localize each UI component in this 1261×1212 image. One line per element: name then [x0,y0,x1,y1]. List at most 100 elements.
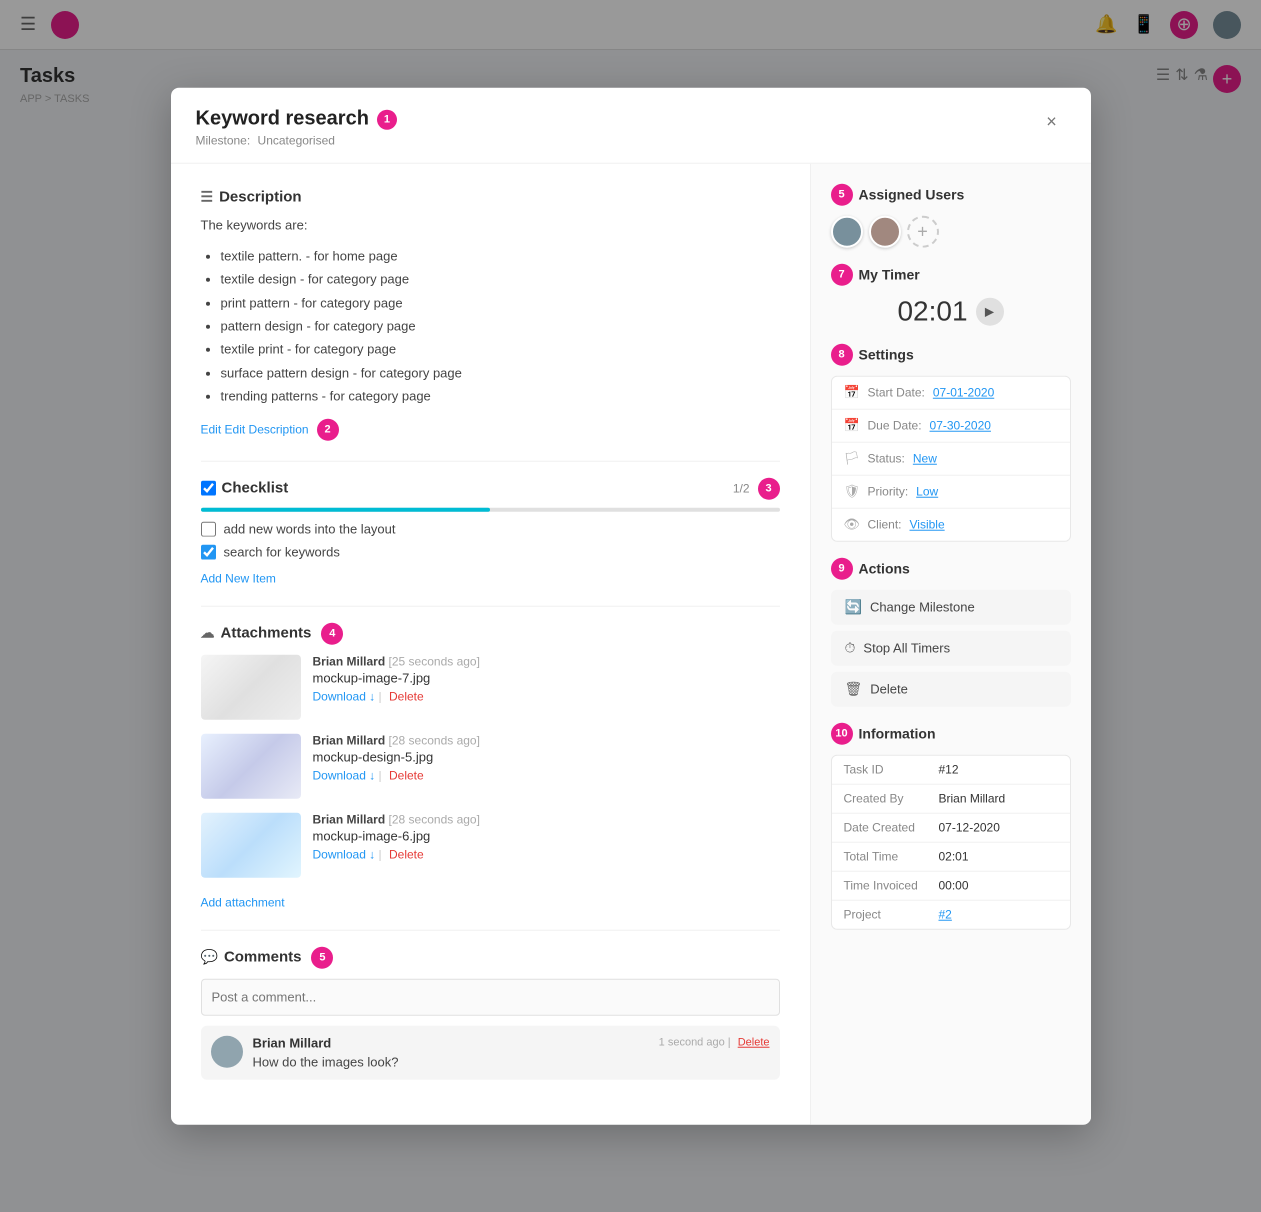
delete-attachment-1[interactable]: Delete [389,689,424,703]
attachment-filename-2: mockup-design-5.jpg [313,749,480,764]
checklist-progress-label: 1/2 [733,481,750,495]
attachments-title: Attachments [221,625,312,642]
user-avatar-2 [869,216,901,248]
actions-title: 9 Actions [831,558,1071,580]
project-link[interactable]: #2 [939,908,952,922]
comments-title: Comments [224,949,302,966]
description-header: ☰ Description [201,189,780,206]
download-link-1[interactable]: Download ↓ [313,689,376,703]
description-section: ☰ Description The keywords are: textile … [201,189,780,441]
modal-title: Keyword research 1 [196,108,397,131]
checklist-checkbox-1[interactable] [201,521,216,536]
list-item: textile design - for category page [221,268,780,291]
due-date-link[interactable]: 07-30-2020 [930,419,991,433]
delete-task-button[interactable]: 🗑 Delete [831,672,1071,707]
checklist-checkbox-2[interactable] [201,544,216,559]
actions-label: Actions [859,561,910,577]
comment-content-1: Brian Millard 1 second ago | Delete How … [253,1035,770,1069]
download-link-3[interactable]: Download ↓ [313,847,376,861]
info-card: Task ID #12 Created By Brian Millard Dat… [831,755,1071,930]
total-time-value: 02:01 [939,850,969,864]
attachments-section: ☁ Attachments 4 Brian Millard [25 second… [201,622,780,909]
delete-comment-1[interactable]: Delete [738,1037,770,1049]
eye-icon: 👁 [844,517,860,533]
priority-link[interactable]: Low [916,485,938,499]
attachment-author-3: Brian Millard [28 seconds ago] [313,812,480,826]
edit-description-link[interactable]: Edit Edit Description [201,422,309,436]
comment-sep-1: | [728,1037,734,1049]
timer-icon: ⏱ [845,640,856,657]
comment-item-1: Brian Millard 1 second ago | Delete How … [201,1025,780,1079]
modal-title-area: Keyword research 1 Milestone: Uncategori… [196,108,397,148]
description-title: Description [219,189,302,206]
checklist-item-2: search for keywords [201,544,780,559]
settings-section: 8 Settings 📅 Start Date: 07-01-2020 📅 Du… [831,344,1071,542]
status-link[interactable]: New [913,452,937,466]
annotation-assigned: 5 [831,184,853,206]
info-task-id: Task ID #12 [832,756,1070,785]
upload-icon: ☁ [201,625,215,642]
add-checklist-item-link[interactable]: Add New Item [201,571,276,585]
modal-header: Keyword research 1 Milestone: Uncategori… [171,88,1091,164]
attachment-info-2: Brian Millard [28 seconds ago] mockup-de… [313,733,480,782]
settings-status: 🏳 Status: New [832,443,1070,476]
close-button[interactable]: × [1038,108,1066,136]
calendar-icon-start: 📅 [844,385,860,401]
client-link[interactable]: Visible [910,518,945,532]
delete-label: Delete [870,682,908,697]
attachment-filename-3: mockup-image-6.jpg [313,828,480,843]
comment-meta-1: 1 second ago | Delete [659,1037,770,1049]
delete-attachment-3[interactable]: Delete [389,847,424,861]
stop-all-timers-button[interactable]: ⏱ Stop All Timers [831,631,1071,666]
attachment-info-1: Brian Millard [25 seconds ago] mockup-im… [313,654,480,703]
checklist-main-checkbox[interactable] [201,481,216,496]
checklist-header: Checklist [201,480,289,497]
download-link-2[interactable]: Download ↓ [313,768,376,782]
date-created-value: 07-12-2020 [939,821,1000,835]
attachment-item-3: Brian Millard [28 seconds ago] mockup-im… [201,812,780,877]
add-attachment-link[interactable]: Add attachment [201,895,285,909]
attachment-info-3: Brian Millard [28 seconds ago] mockup-im… [313,812,480,861]
settings-label: Settings [859,347,914,363]
list-item: textile print - for category page [221,338,780,361]
information-section: 10 Information Task ID #12 Created By Br… [831,723,1071,930]
add-user-button[interactable]: + [907,216,939,248]
start-date-link[interactable]: 07-01-2020 [933,386,994,400]
list-item: print pattern - for category page [221,291,780,314]
divider-2 [201,605,780,606]
list-item: surface pattern design - for category pa… [221,361,780,384]
checklist-section: Checklist 1/2 3 add new words into the l… [201,477,780,585]
change-milestone-button[interactable]: 🔄 Change Milestone [831,590,1071,625]
attachment-actions-3: Download ↓ | Delete [313,847,480,861]
checklist-item-2-label: search for keywords [224,544,340,559]
comment-input[interactable] [201,978,780,1015]
title-badge: 1 [377,109,397,129]
change-milestone-label: Change Milestone [870,600,975,615]
description-intro: The keywords are: [201,216,780,237]
annotation-5: 5 [311,946,333,968]
comment-icon: 💬 [201,949,218,966]
attachment-filename-1: mockup-image-7.jpg [313,670,480,685]
attachment-actions-1: Download ↓ | Delete [313,689,480,703]
comment-avatar-1 [211,1035,243,1067]
delete-attachment-2[interactable]: Delete [389,768,424,782]
calendar-icon-due: 📅 [844,418,860,434]
timer-title: 7 My Timer [831,264,1071,286]
flag-icon: 🏳 [844,451,860,467]
list-item: trending patterns - for category page [221,385,780,408]
attachments-header: ☁ Attachments 4 [201,622,780,644]
timer-play-button[interactable]: ▶ [976,298,1004,326]
task-modal: Keyword research 1 Milestone: Uncategori… [171,88,1091,1125]
info-created-by: Created By Brian Millard [832,785,1070,814]
assigned-users-section: 5 Assigned Users + [831,184,1071,248]
info-date-created: Date Created 07-12-2020 [832,814,1070,843]
trash-icon: 🗑 [845,681,863,698]
settings-priority: 🛡 Priority: Low [832,476,1070,509]
stop-timers-label: Stop All Timers [863,641,950,656]
annotation-2: 2 [317,418,339,440]
time-invoiced-value: 00:00 [939,879,969,893]
comments-section: 💬 Comments 5 Brian Millard 1 second ago … [201,946,780,1079]
actions-section: 9 Actions 🔄 Change Milestone ⏱ Stop All … [831,558,1071,707]
settings-client: 👁 Client: Visible [832,509,1070,541]
information-title: 10 Information [831,723,1071,745]
